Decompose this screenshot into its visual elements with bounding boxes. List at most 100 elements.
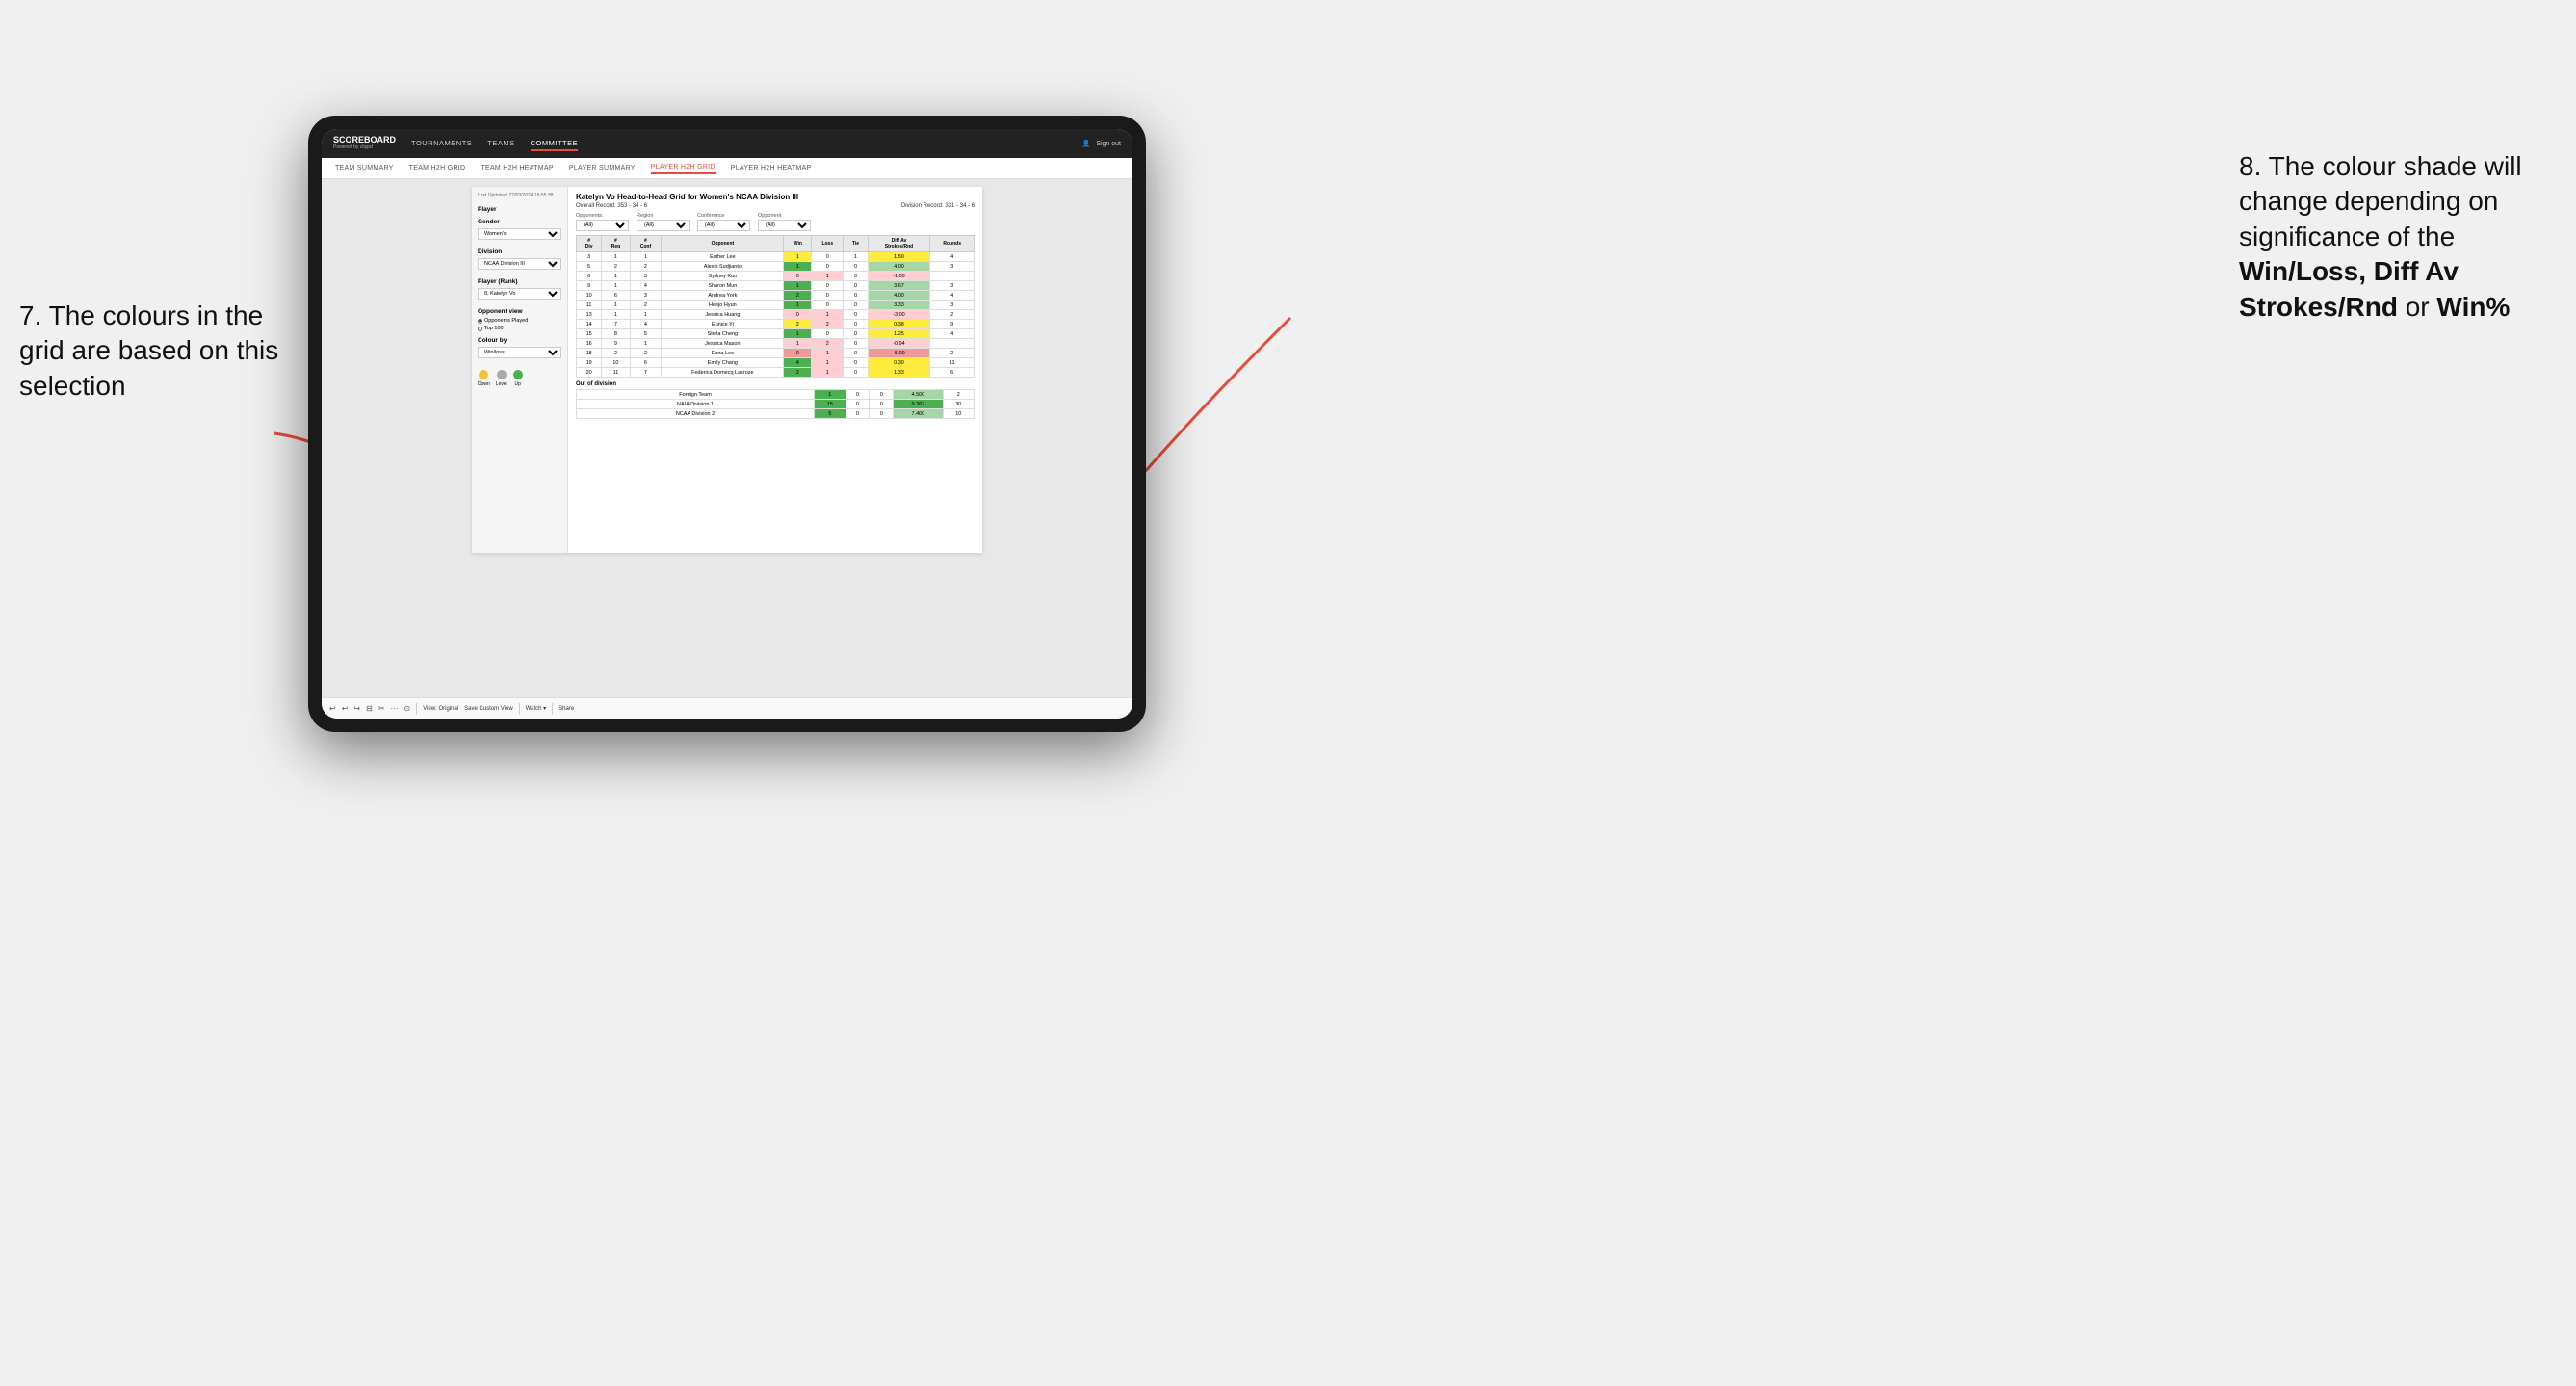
cell-div: 13: [577, 310, 602, 320]
cell-reg: 1: [602, 310, 630, 320]
cell-loss: 0: [846, 409, 870, 419]
opponent-label: Opponent: [758, 213, 811, 219]
gender-label: Gender: [478, 219, 561, 225]
opponents-label: Opponents:: [576, 213, 629, 219]
cell-tie: 0: [870, 400, 894, 409]
radio-top100[interactable]: Top 100: [478, 326, 561, 331]
table-row: 16 9 1 Jessica Mason 1 2 0 -0.94: [577, 339, 975, 349]
conference-label: Conference: [697, 213, 750, 219]
report-main: Katelyn Vo Head-to-Head Grid for Women's…: [568, 187, 982, 553]
cell-tie: 0: [844, 368, 868, 378]
cell-team-name: NAIA Division 1: [577, 400, 815, 409]
share-btn[interactable]: Share: [559, 706, 574, 712]
view-original-btn[interactable]: View: Original: [423, 706, 458, 712]
sub-nav-player-h2h-heatmap[interactable]: PLAYER H2H HEATMAP: [731, 163, 812, 173]
player-rank-select[interactable]: 8. Katelyn Vo: [478, 288, 561, 300]
cut-btn[interactable]: ✂: [378, 704, 385, 713]
gender-select[interactable]: Women's: [478, 228, 561, 240]
nav-logo: SCOREBOARD Powered by clippd: [333, 136, 396, 150]
col-opponent: Opponent: [662, 236, 784, 252]
cell-rounds: 4: [930, 291, 975, 301]
cell-opponent: Eunice Yi: [662, 320, 784, 329]
legend-dot-up: [513, 370, 523, 379]
opponents-select[interactable]: (All): [576, 220, 629, 231]
watch-btn[interactable]: Watch ▾: [526, 705, 546, 712]
cell-loss: 2: [812, 320, 844, 329]
sign-out-link[interactable]: Sign out: [1096, 141, 1121, 147]
col-tie: Tie: [844, 236, 868, 252]
radio-opponents-played[interactable]: Opponents Played: [478, 318, 561, 324]
table-row: 11 1 2 Heejo Hyun 1 0 0 3.33 3: [577, 301, 975, 310]
cell-win: 1: [784, 339, 812, 349]
cell-win: 0: [784, 272, 812, 281]
cell-diff: 4.00: [868, 262, 930, 272]
cell-team-name: NCAA Division 2: [577, 409, 815, 419]
cell-reg: 7: [602, 320, 630, 329]
col-conf: #Conf: [630, 236, 662, 252]
cell-opponent: Jessica Huang: [662, 310, 784, 320]
cell-tie: 0: [844, 358, 868, 368]
cell-win: 2: [784, 368, 812, 378]
cell-conf: 6: [630, 358, 662, 368]
region-select[interactable]: (All): [637, 220, 690, 231]
dots-btn[interactable]: ···: [391, 704, 399, 713]
filter-region: Region (All): [637, 213, 690, 231]
undo-btn[interactable]: ↩: [329, 704, 336, 713]
legend-label-up: Up: [515, 381, 521, 387]
cell-diff: 0.30: [868, 358, 930, 368]
colour-by-select[interactable]: Win/loss: [478, 347, 561, 358]
grid-btn[interactable]: ⊟: [366, 704, 373, 713]
sub-nav-player-summary[interactable]: PLAYER SUMMARY: [569, 163, 636, 173]
undo2-btn[interactable]: ↩: [342, 704, 349, 713]
cell-reg: 2: [602, 262, 630, 272]
cell-rounds: 3: [930, 301, 975, 310]
cell-div: 5: [577, 262, 602, 272]
sub-nav-team-summary[interactable]: TEAM SUMMARY: [335, 163, 394, 173]
sub-nav-team-h2h-heatmap[interactable]: TEAM H2H HEATMAP: [481, 163, 553, 173]
sub-nav-player-h2h-grid[interactable]: PLAYER H2H GRID: [651, 162, 716, 174]
legend-label-level: Level: [496, 381, 507, 387]
cell-loss: 0: [812, 291, 844, 301]
cell-opponent: Sydney Kuo: [662, 272, 784, 281]
right-annotation-intro: 8. The colour shade will change dependin…: [2239, 151, 2522, 251]
cell-tie: 0: [844, 349, 868, 358]
legend-label-down: Down: [478, 381, 490, 387]
cell-loss: 0: [812, 262, 844, 272]
division-select[interactable]: NCAA Division III: [478, 258, 561, 270]
cell-rounds: [930, 272, 975, 281]
radio-dot-opponents: [478, 319, 482, 324]
cell-loss: 0: [812, 252, 844, 262]
nav-committee[interactable]: COMMITTEE: [531, 137, 579, 151]
cell-loss: 1: [812, 368, 844, 378]
cell-div: 3: [577, 252, 602, 262]
cell-rounds: 2: [930, 349, 975, 358]
cell-conf: 5: [630, 329, 662, 339]
circle-btn[interactable]: ⊙: [404, 704, 411, 713]
sub-nav-team-h2h-grid[interactable]: TEAM H2H GRID: [409, 163, 466, 173]
opponent-view-radio-group: Opponents Played Top 100: [478, 318, 561, 331]
cell-reg: 1: [602, 272, 630, 281]
cell-loss: 0: [812, 281, 844, 291]
cell-diff: 7.400: [894, 409, 943, 419]
left-sidebar: Last Updated: 27/03/2024 16:55:38 Player…: [472, 187, 568, 553]
save-custom-btn[interactable]: Save Custom View: [464, 706, 513, 712]
cell-tie: 0: [844, 320, 868, 329]
cell-diff: 1.33: [868, 368, 930, 378]
cell-reg: 6: [602, 291, 630, 301]
redo-btn[interactable]: ↪: [353, 704, 360, 713]
colour-by-label: Colour by: [478, 337, 561, 344]
nav-links: TOURNAMENTS TEAMS COMMITTEE: [411, 137, 1082, 151]
cell-rounds: 9: [930, 320, 975, 329]
cell-tie: 0: [870, 390, 894, 400]
nav-teams[interactable]: TEAMS: [487, 137, 514, 151]
conference-select[interactable]: (All): [697, 220, 750, 231]
cell-diff: 1.50: [868, 252, 930, 262]
cell-diff: 4.00: [868, 291, 930, 301]
nav-tournaments[interactable]: TOURNAMENTS: [411, 137, 472, 151]
filter-conference: Conference (All): [697, 213, 750, 231]
opponent-select[interactable]: (All): [758, 220, 811, 231]
sub-nav: TEAM SUMMARY TEAM H2H GRID TEAM H2H HEAT…: [322, 158, 1132, 179]
region-label: Region: [637, 213, 690, 219]
table-row: 19 10 6 Emily Chang 4 1 0 0.30 11: [577, 358, 975, 368]
col-div: #Div: [577, 236, 602, 252]
